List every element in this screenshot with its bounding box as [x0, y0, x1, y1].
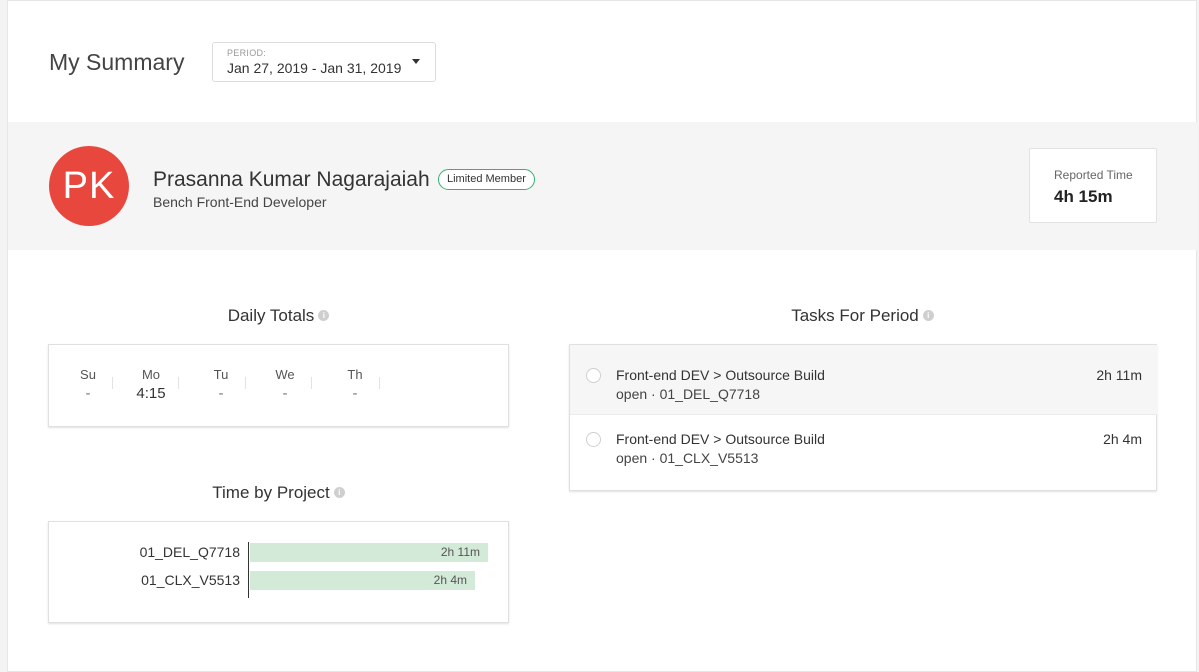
day-value: 4:15	[136, 385, 166, 402]
task-time: 2h 4m	[1103, 431, 1142, 447]
period-dropdown[interactable]: PERIOD: Jan 27, 2019 - Jan 31, 2019	[212, 42, 436, 82]
project-bar[interactable]: 2h 11m	[250, 543, 488, 562]
avatar: PK	[49, 146, 129, 226]
day-column-we: We -	[252, 367, 318, 402]
day-name: Mo	[141, 367, 161, 382]
tasks-title: Tasks For Period	[791, 306, 919, 325]
info-icon[interactable]: i	[318, 310, 330, 322]
time-by-project-title: Time by Project	[212, 483, 330, 502]
day-name: We	[275, 367, 295, 382]
day-divider	[311, 377, 312, 389]
task-subtitle: open · 01_CLX_V5513	[616, 450, 759, 466]
member-badge: Limited Member	[438, 169, 535, 190]
user-name: Prasanna Kumar Nagarajaiah	[153, 168, 430, 191]
task-subtitle: open · 01_DEL_Q7718	[616, 386, 760, 402]
task-status-circle-icon[interactable]	[586, 432, 601, 447]
task-status-circle-icon[interactable]	[586, 368, 601, 383]
tasks-heading: Tasks For Period i	[569, 306, 1156, 326]
day-divider	[112, 377, 113, 389]
day-divider	[245, 377, 246, 389]
project-bar-label: 2h 11m	[440, 545, 480, 559]
chart-axis	[248, 542, 249, 598]
day-divider	[379, 377, 380, 389]
daily-totals-heading: Daily Totals i	[48, 306, 509, 326]
time-by-project-heading: Time by Project i	[48, 483, 509, 503]
task-title: Front-end DEV > Outsource Build	[616, 367, 825, 383]
day-divider	[178, 377, 179, 389]
page-title: My Summary	[49, 49, 185, 75]
profile-band: PK Prasanna Kumar Nagarajaiah Limited Me…	[8, 122, 1198, 250]
project-label: 01_DEL_Q7718	[139, 544, 240, 560]
tasks-card: Front-end DEV > Outsource Build open · 0…	[569, 344, 1157, 491]
caret-down-icon	[412, 59, 420, 64]
reported-time-card: Reported Time 4h 15m	[1029, 148, 1157, 223]
day-column-mo: Mo 4:15	[118, 367, 184, 402]
task-time: 2h 11m	[1096, 367, 1142, 383]
daily-totals-card: Su - Mo 4:15 Tu - We - Th -	[48, 344, 509, 427]
project-bar[interactable]: 2h 4m	[250, 571, 475, 590]
reported-time-value: 4h 15m	[1054, 187, 1113, 206]
day-value: -	[282, 385, 288, 402]
period-label: PERIOD:	[227, 48, 267, 58]
time-by-project-card: 01_DEL_Q7718 01_CLX_V5513 2h 11m 2h 4m	[48, 521, 509, 623]
user-role: Bench Front-End Developer	[153, 194, 327, 210]
info-icon[interactable]: i	[333, 487, 345, 499]
project-label: 01_CLX_V5513	[141, 572, 240, 588]
summary-page: My Summary PERIOD: Jan 27, 2019 - Jan 31…	[7, 0, 1198, 672]
task-row[interactable]: Front-end DEV > Outsource Build open · 0…	[570, 416, 1157, 486]
period-value: Jan 27, 2019 - Jan 31, 2019	[227, 60, 402, 76]
info-icon[interactable]: i	[922, 310, 934, 322]
task-row[interactable]: Front-end DEV > Outsource Build open · 0…	[570, 345, 1157, 415]
project-bar-label: 2h 4m	[433, 573, 467, 587]
reported-time-label: Reported Time	[1054, 168, 1133, 182]
task-title: Front-end DEV > Outsource Build	[616, 431, 825, 447]
daily-totals-title: Daily Totals	[227, 306, 315, 325]
